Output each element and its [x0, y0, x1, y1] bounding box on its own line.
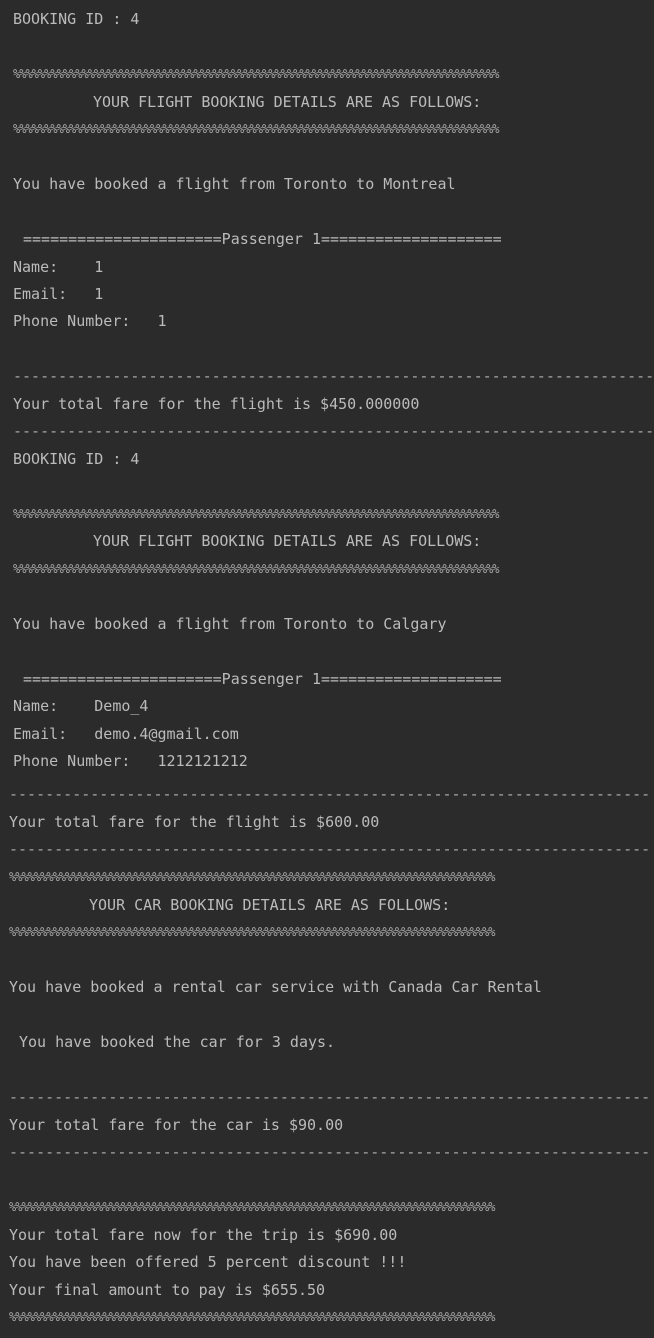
- console-line: Phone Number: 1212121212: [13, 752, 248, 770]
- console-line: BOOKING ID : 4: [13, 10, 140, 28]
- console-line: You have been offered 5 percent discount…: [9, 1253, 407, 1271]
- console-line: YOUR CAR BOOKING DETAILS ARE AS FOLLOWS:: [89, 896, 451, 914]
- dash-separator: ----------------------------------------…: [13, 422, 654, 440]
- console-line: Your final amount to pay is $655.50: [9, 1281, 326, 1299]
- console-line: You have booked a rental car service wit…: [9, 978, 542, 996]
- console-line: YOUR FLIGHT BOOKING DETAILS ARE AS FOLLO…: [93, 93, 482, 111]
- console-line: Your total fare for the flight is $450.0…: [13, 395, 420, 413]
- console-line: Name: Demo_4: [13, 697, 149, 715]
- percent-separator: %%%%%%%%%%%%%%%%%%%%%%%%%%%%%%%%%%%%%%%%…: [9, 1200, 496, 1214]
- console-line: ======================Passenger 1=======…: [23, 230, 502, 248]
- console-line: BOOKING ID : 4: [13, 450, 140, 468]
- console-line: Your total fare for the car is $90.00: [9, 1116, 344, 1134]
- console-line: You have booked a flight from Toronto to…: [13, 615, 447, 633]
- console-line: Email: 1: [13, 285, 104, 303]
- console-line: You have booked the car for 3 days.: [19, 1033, 336, 1051]
- dash-separator: ----------------------------------------…: [9, 1143, 651, 1161]
- percent-separator: %%%%%%%%%%%%%%%%%%%%%%%%%%%%%%%%%%%%%%%%…: [13, 507, 500, 521]
- percent-separator: %%%%%%%%%%%%%%%%%%%%%%%%%%%%%%%%%%%%%%%%…: [9, 1310, 496, 1324]
- console-line: YOUR FLIGHT BOOKING DETAILS ARE AS FOLLO…: [93, 532, 482, 550]
- dash-separator: ----------------------------------------…: [9, 840, 651, 858]
- console-line: Your total fare for the flight is $600.0…: [9, 813, 380, 831]
- dash-separator: ----------------------------------------…: [9, 785, 651, 803]
- dash-separator: ----------------------------------------…: [13, 367, 654, 385]
- percent-separator: %%%%%%%%%%%%%%%%%%%%%%%%%%%%%%%%%%%%%%%%…: [13, 122, 500, 136]
- percent-separator: %%%%%%%%%%%%%%%%%%%%%%%%%%%%%%%%%%%%%%%%…: [9, 870, 496, 884]
- console-line: Phone Number: 1: [13, 312, 167, 330]
- console-line: ======================Passenger 1=======…: [23, 670, 502, 688]
- percent-separator: %%%%%%%%%%%%%%%%%%%%%%%%%%%%%%%%%%%%%%%%…: [13, 562, 500, 576]
- console-line: Your total fare now for the trip is $690…: [9, 1226, 398, 1244]
- console-output: { "console": { "lines": [ {"text": "BOOK…: [0, 0, 654, 1338]
- console-line: Email: demo.4@gmail.com: [13, 725, 239, 743]
- console-line: You have booked a flight from Toronto to…: [13, 175, 456, 193]
- percent-separator: %%%%%%%%%%%%%%%%%%%%%%%%%%%%%%%%%%%%%%%%…: [13, 67, 500, 81]
- console-line: Name: 1: [13, 258, 104, 276]
- dash-separator: ----------------------------------------…: [9, 1088, 651, 1106]
- percent-separator: %%%%%%%%%%%%%%%%%%%%%%%%%%%%%%%%%%%%%%%%…: [9, 925, 496, 939]
